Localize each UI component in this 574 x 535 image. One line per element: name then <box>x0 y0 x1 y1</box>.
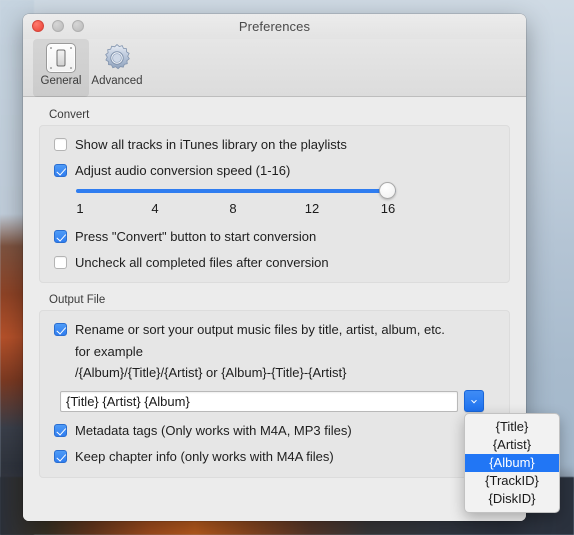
gear-icon <box>89 41 145 75</box>
chevron-down-icon <box>471 397 477 404</box>
menu-item-album[interactable]: {Album} <box>465 454 559 472</box>
checkbox-rename-sort-box[interactable] <box>54 323 67 336</box>
menu-item-diskid[interactable]: {DiskID} <box>465 490 559 508</box>
toolbar-tab-advanced-label: Advanced <box>91 75 143 87</box>
window-title: Preferences <box>238 19 311 34</box>
speed-slider-knob[interactable] <box>379 182 396 199</box>
slider-tick-16: 16 <box>380 201 396 216</box>
convert-group-title: Convert <box>49 109 90 121</box>
menu-item-trackid[interactable]: {TrackID} <box>465 472 559 490</box>
checkbox-metadata-tags-label: Metadata tags (Only works with M4A, MP3 … <box>75 423 352 438</box>
speed-slider-track[interactable] <box>76 182 396 200</box>
checkbox-adjust-speed-box[interactable] <box>54 164 67 177</box>
example-pattern: /{Album}/{Title}/{Artist} or {Album}-{Ti… <box>75 365 347 380</box>
menu-item-title[interactable]: {Title} <box>465 418 559 436</box>
checkbox-rename-sort-label: Rename or sort your output music files b… <box>75 322 445 337</box>
checkbox-metadata-tags-box[interactable] <box>54 424 67 437</box>
checkbox-press-convert-box[interactable] <box>54 230 67 243</box>
slider-tick-4: 4 <box>151 201 159 216</box>
slider-tick-1: 1 <box>76 201 84 216</box>
general-icon <box>33 41 89 75</box>
desktop-background: Preferences General Advanced Convert Sho… <box>0 0 574 535</box>
checkbox-keep-chapter-info-box[interactable] <box>54 450 67 463</box>
toolbar-tab-general[interactable]: General <box>33 39 89 97</box>
checkbox-uncheck-completed[interactable]: Uncheck all completed files after conver… <box>54 255 495 270</box>
example-label: for example <box>75 344 143 359</box>
speed-slider-rail <box>76 189 396 193</box>
checkbox-keep-chapter-info-label: Keep chapter info (only works with M4A f… <box>75 449 334 464</box>
pattern-input[interactable]: {Title} {Artist} {Album} <box>60 390 458 412</box>
slider-tick-12: 12 <box>304 201 320 216</box>
checkbox-metadata-tags[interactable]: Metadata tags (Only works with M4A, MP3 … <box>54 423 495 438</box>
checkbox-uncheck-completed-label: Uncheck all completed files after conver… <box>75 255 329 270</box>
menu-item-artist[interactable]: {Artist} <box>465 436 559 454</box>
checkbox-show-all-tracks-label: Show all tracks in iTunes library on the… <box>75 137 347 152</box>
window-controls <box>32 20 84 32</box>
checkbox-show-all-tracks-box[interactable] <box>54 138 67 151</box>
output-file-group: Output File Rename or sort your output m… <box>39 294 510 478</box>
checkbox-adjust-speed-label: Adjust audio conversion speed (1-16) <box>75 163 291 178</box>
checkbox-show-all-tracks[interactable]: Show all tracks in iTunes library on the… <box>54 137 495 152</box>
checkbox-press-convert-label: Press "Convert" button to start conversi… <box>75 229 317 244</box>
maximize-button[interactable] <box>72 20 84 32</box>
pattern-dropdown-button[interactable] <box>464 390 484 412</box>
close-button[interactable] <box>32 20 44 32</box>
output-file-group-title: Output File <box>49 294 106 306</box>
toolbar-tab-general-label: General <box>40 75 82 87</box>
pattern-dropdown-menu[interactable]: {Title} {Artist} {Album} {TrackID} {Disk… <box>464 413 560 513</box>
pattern-field-row: {Title} {Artist} {Album} <box>60 390 495 412</box>
speed-slider[interactable]: 1 4 8 12 16 <box>76 182 396 217</box>
checkbox-adjust-speed[interactable]: Adjust audio conversion speed (1-16) <box>54 163 495 178</box>
slider-tick-8: 8 <box>229 201 237 216</box>
preferences-window: Preferences General Advanced Convert Sho… <box>23 14 526 521</box>
checkbox-uncheck-completed-box[interactable] <box>54 256 67 269</box>
checkbox-keep-chapter-info[interactable]: Keep chapter info (only works with M4A f… <box>54 449 495 464</box>
speed-slider-ticks: 1 4 8 12 16 <box>76 201 396 217</box>
checkbox-press-convert[interactable]: Press "Convert" button to start conversi… <box>54 229 495 244</box>
title-bar: Preferences <box>23 14 526 39</box>
toolbar-tab-advanced[interactable]: Advanced <box>89 39 145 88</box>
preferences-content: Convert Show all tracks in iTunes librar… <box>23 109 526 521</box>
preferences-toolbar: General Advanced <box>23 39 526 97</box>
checkbox-rename-sort[interactable]: Rename or sort your output music files b… <box>54 322 495 337</box>
minimize-button[interactable] <box>52 20 64 32</box>
convert-group: Convert Show all tracks in iTunes librar… <box>39 109 510 283</box>
